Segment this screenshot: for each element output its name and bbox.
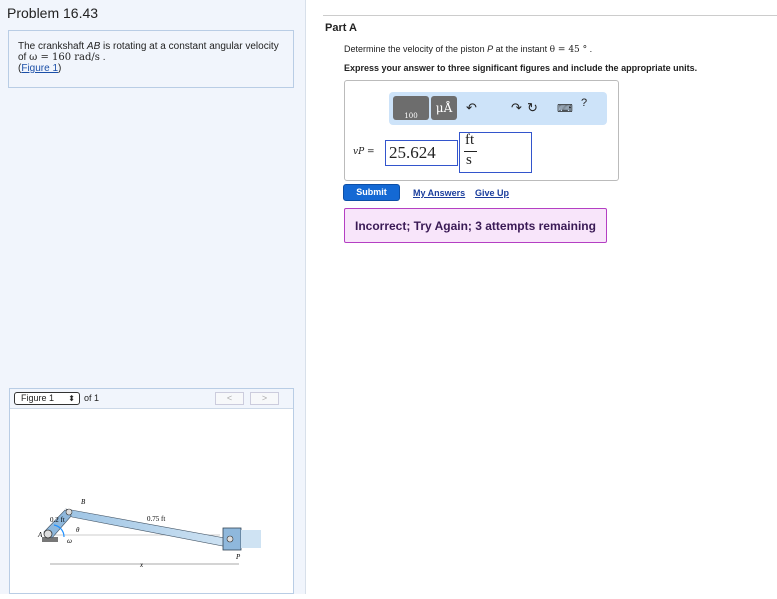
theta-expression: θ = 45 °	[549, 45, 588, 55]
figure-select-value: Figure 1	[21, 393, 55, 403]
crankshaft-diagram: B A P 0.2 ft 0.75 ft θ ω x	[37, 498, 261, 569]
label-a: A	[37, 531, 43, 539]
redo-icon[interactable]: ↷	[511, 100, 522, 116]
reset-icon[interactable]: ↻	[527, 100, 538, 116]
question-text: Determine the velocity of the piston	[344, 44, 488, 54]
figure-link[interactable]: Figure 1	[21, 63, 58, 74]
pin-b	[65, 508, 73, 516]
statement-ab: AB	[86, 41, 101, 52]
statement-text: The crankshaft	[18, 41, 87, 52]
feedback-message: Incorrect; Try Again; 3 attempts remaini…	[344, 208, 607, 243]
pin-a	[43, 529, 53, 539]
answer-unit-input[interactable]: ft s	[459, 132, 532, 173]
divider	[323, 15, 777, 16]
problem-title: Problem 16.43	[7, 5, 99, 21]
unit-denominator: s	[466, 152, 472, 168]
part-title: Part A	[325, 22, 357, 34]
give-up-link[interactable]: Give Up	[475, 188, 509, 198]
undo-icon[interactable]: ↶	[466, 100, 477, 116]
templates-button[interactable]: 100	[393, 96, 429, 120]
paren: )	[58, 63, 62, 74]
part-panel: Part A Determine the velocity of the pis…	[306, 0, 777, 594]
statement-text: .	[99, 52, 106, 63]
help-icon[interactable]: ?	[581, 97, 587, 109]
figure-count: of 1	[84, 393, 100, 403]
keyboard-icon[interactable]: ⌨	[557, 102, 573, 115]
label-theta: θ	[76, 526, 80, 534]
templates-label: 100	[404, 112, 418, 120]
prev-figure-button[interactable]: <	[215, 392, 244, 405]
problem-statement: The crankshaft AB is rotating at a const…	[8, 30, 294, 88]
unit-numerator: ft	[465, 132, 475, 148]
submit-button[interactable]: Submit	[343, 184, 400, 201]
my-answers-link[interactable]: My Answers	[413, 188, 465, 198]
units-button[interactable]: μÅ	[431, 96, 457, 120]
label-omega: ω	[67, 537, 72, 545]
label-x: x	[139, 561, 144, 569]
label-b: B	[81, 498, 86, 506]
figure-viewer: Figure 1 ⬍ of 1 < > B A P 0.2 ft 0.75 ft …	[9, 388, 294, 594]
label-ab-length: 0.2 ft	[50, 516, 65, 524]
problem-panel: Problem 16.43 The crankshaft AB is rotat…	[0, 0, 306, 594]
question-text: .	[587, 44, 593, 54]
figure-header: Figure 1 ⬍ of 1 < >	[10, 389, 293, 409]
figure-select[interactable]: Figure 1 ⬍	[14, 392, 80, 405]
answer-box: 100 μÅ ↶ ↷ ↻ ⌨ ? vP = 25.624 ft s	[344, 80, 619, 181]
question: Determine the velocity of the piston P a…	[344, 44, 592, 55]
omega-expression: ω = 160 rad/s	[29, 52, 100, 63]
label-bc-length: 0.75 ft	[147, 515, 165, 523]
question-text: at the instant	[493, 44, 550, 54]
answer-label: vP =	[353, 147, 375, 157]
instruction: Express your answer to three significant…	[344, 63, 698, 73]
pin-p	[226, 535, 234, 543]
cylinder	[241, 530, 261, 548]
updown-icon: ⬍	[68, 394, 75, 403]
answer-value-input[interactable]: 25.624	[385, 140, 458, 166]
math-toolbar: 100 μÅ ↶ ↷ ↻ ⌨ ?	[389, 92, 607, 125]
next-figure-button[interactable]: >	[250, 392, 279, 405]
label-p: P	[235, 553, 241, 561]
